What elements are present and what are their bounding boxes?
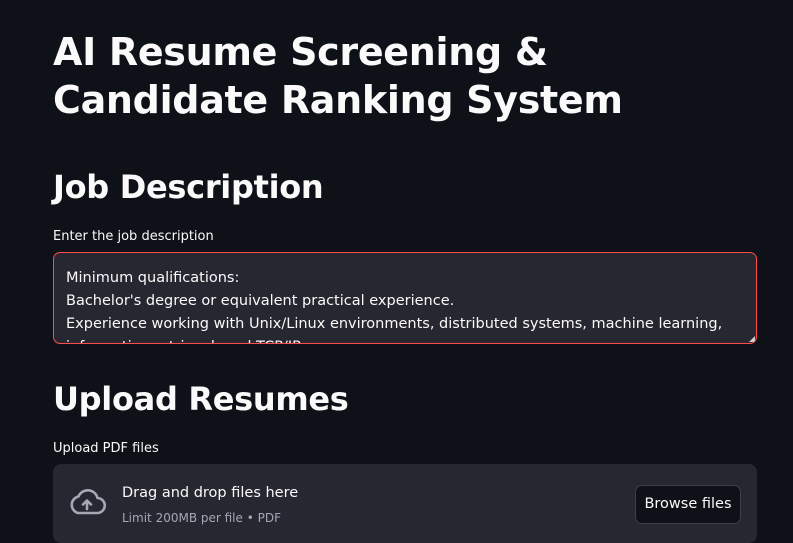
upload-label: Upload PDF files <box>53 441 159 456</box>
page-title: AI Resume Screening & Candidate Ranking … <box>53 30 623 122</box>
file-dropzone[interactable]: Drag and drop files here Limit 200MB per… <box>53 464 757 543</box>
job-description-text: Minimum qualifications: Bachelor's degre… <box>66 270 723 343</box>
job-description-label: Enter the job description <box>53 229 214 244</box>
job-description-heading: Job Description <box>53 168 324 206</box>
dropzone-limit-text: Limit 200MB per file • PDF <box>122 511 281 525</box>
app-page: AI Resume Screening & Candidate Ranking … <box>0 0 793 543</box>
upload-resumes-heading: Upload Resumes <box>53 380 349 418</box>
dropzone-instructions: Drag and drop files here <box>122 485 299 501</box>
browse-files-button[interactable]: Browse files <box>635 485 741 524</box>
cloud-upload-icon <box>70 489 106 515</box>
resize-handle-icon[interactable] <box>749 336 755 342</box>
job-description-textarea[interactable]: Minimum qualifications: Bachelor's degre… <box>53 252 757 344</box>
